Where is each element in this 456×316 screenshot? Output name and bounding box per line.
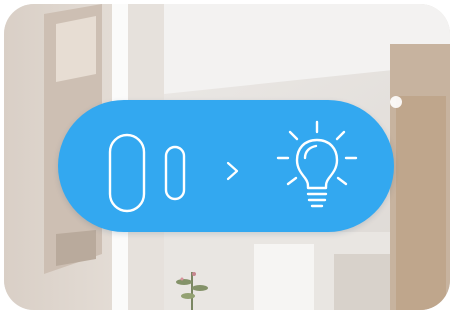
chevron-right-icon (226, 161, 239, 181)
door-window-sensor-icon (108, 133, 186, 213)
light-bulb-icon (276, 120, 358, 208)
automation-card[interactable] (4, 4, 450, 310)
